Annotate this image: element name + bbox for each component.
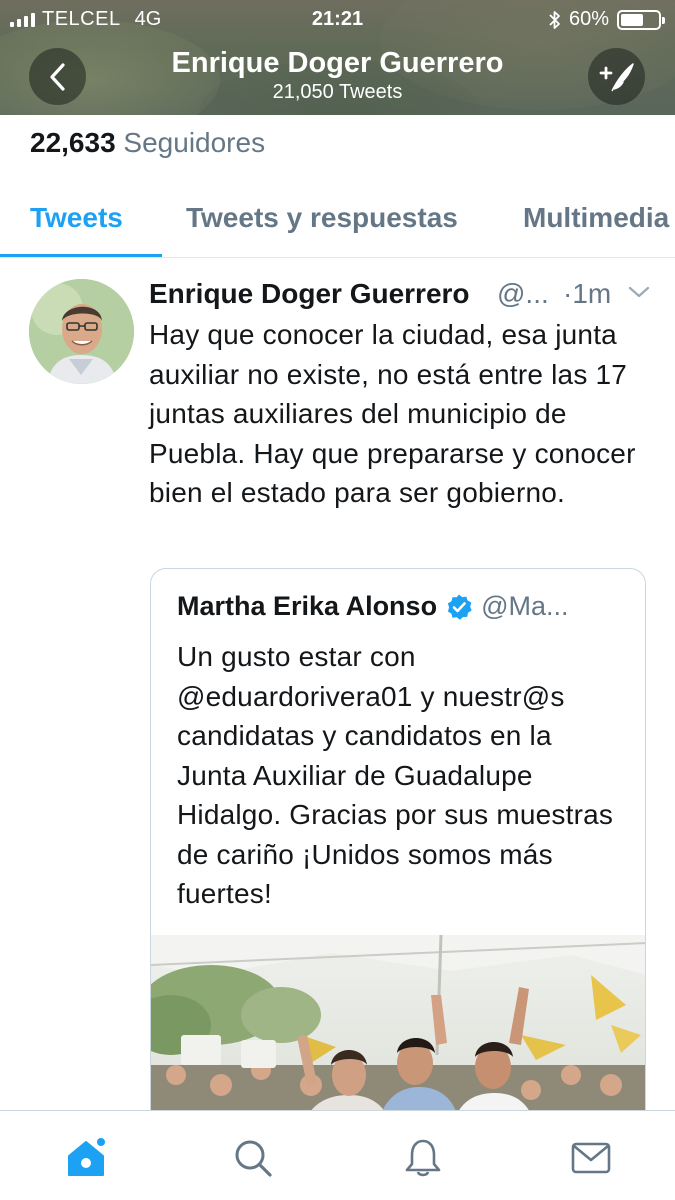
mail-icon bbox=[571, 1142, 611, 1174]
home-icon bbox=[68, 1138, 105, 1176]
battery-percent: 60% bbox=[568, 8, 609, 30]
header-title: Enrique Doger Guerrero bbox=[171, 47, 504, 79]
compose-tweet-button[interactable] bbox=[588, 48, 645, 105]
header-tweet-count: 21,050 Tweets bbox=[272, 81, 403, 103]
bluetooth-icon bbox=[549, 10, 560, 29]
search-icon bbox=[235, 1140, 272, 1177]
nav-notifications[interactable] bbox=[398, 1133, 448, 1183]
status-bar: TELCEL 4G 21:21 60% bbox=[0, 0, 675, 38]
verified-badge-icon bbox=[445, 593, 473, 621]
avatar[interactable] bbox=[29, 279, 134, 384]
nav-home[interactable] bbox=[61, 1133, 111, 1183]
chevron-down-icon[interactable] bbox=[627, 284, 651, 300]
nav-messages[interactable] bbox=[566, 1133, 616, 1183]
tab-tweets[interactable]: Tweets bbox=[30, 202, 123, 234]
back-button[interactable] bbox=[29, 48, 86, 105]
quoted-tweet[interactable]: Martha Erika Alonso @Ma... Un gusto esta… bbox=[150, 568, 646, 1188]
chevron-left-icon bbox=[49, 62, 65, 91]
profile-tabs: Tweets Tweets y respuestas Multimedia bbox=[0, 180, 675, 258]
battery-icon bbox=[617, 9, 665, 30]
compose-tweet-icon bbox=[599, 62, 634, 91]
quoted-tweet-header: Martha Erika Alonso @Ma... bbox=[177, 591, 637, 622]
profile-header: TELCEL 4G 21:21 60% Enrique Doger Guerre… bbox=[0, 0, 675, 115]
active-tab-indicator bbox=[0, 254, 162, 257]
tweet-author-handle[interactable]: @... bbox=[497, 278, 549, 310]
bell-icon bbox=[405, 1139, 441, 1177]
quoted-author-handle: @Ma... bbox=[481, 591, 569, 621]
quoted-tweet-text: Un gusto estar con @eduardorivera01 y nu… bbox=[177, 641, 614, 909]
followers-number: 22,633 bbox=[30, 127, 116, 158]
bottom-navigation bbox=[0, 1110, 675, 1200]
nav-search[interactable] bbox=[228, 1133, 278, 1183]
followers-count[interactable]: 22,633 Seguidores bbox=[30, 127, 265, 159]
tweet-timestamp: ·1m bbox=[563, 278, 612, 309]
quoted-author-name: Martha Erika Alonso bbox=[177, 591, 438, 621]
followers-label: Seguidores bbox=[123, 127, 266, 158]
tab-tweets-and-replies[interactable]: Tweets y respuestas bbox=[186, 202, 458, 234]
tweet-text: Hay que conocer la ciudad, esa junta aux… bbox=[149, 319, 636, 508]
tweet-author-name[interactable]: Enrique Doger Guerrero bbox=[149, 278, 470, 310]
tweet-header: Enrique Doger Guerrero @... ·1m bbox=[149, 278, 659, 312]
tab-media[interactable]: Multimedia bbox=[523, 202, 669, 234]
